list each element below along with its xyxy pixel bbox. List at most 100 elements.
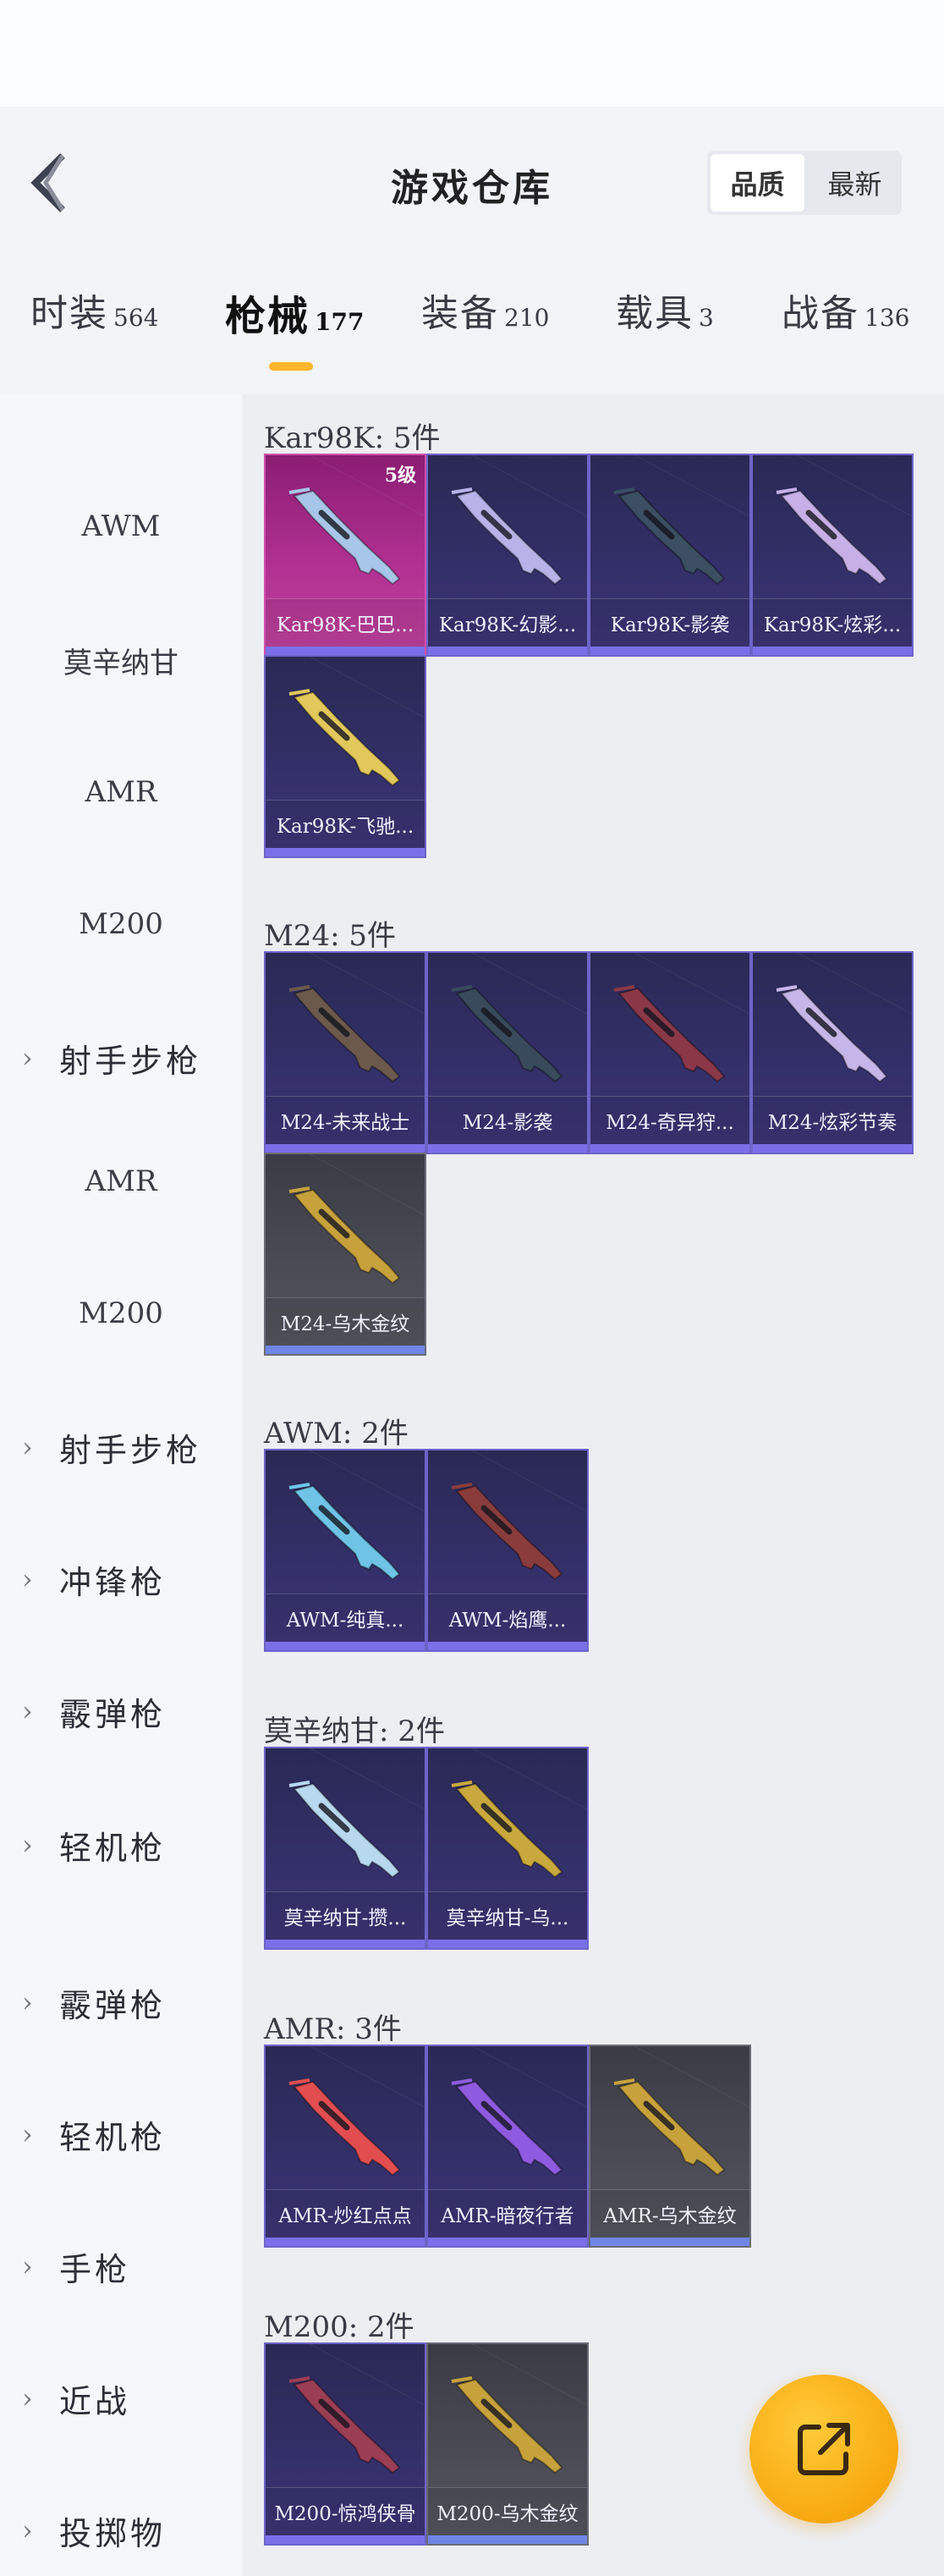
sidebar-item-label: M200	[79, 1296, 163, 1330]
sort-quality-button[interactable]: 品质	[711, 154, 804, 212]
sidebar-item[interactable]: › 冲锋枪	[0, 1537, 242, 1621]
weapon-name: AWM-纯真...	[266, 1593, 425, 1642]
sidebar-item-label: AWM	[81, 509, 161, 543]
weapon-card[interactable]: 莫辛纳甘-攒...	[264, 1747, 426, 1950]
weapon-name: Kar98K-巴巴...	[266, 598, 425, 647]
sidebar-item-label: 投掷物	[59, 2514, 167, 2552]
weapon-name: 莫辛纳甘-乌...	[428, 1891, 587, 1940]
sidebar-item-label: 霰弹枪	[59, 1986, 167, 2024]
sidebar-item-label: AMR	[85, 1164, 157, 1198]
section-title: 莫辛纳甘: 2件	[264, 1715, 445, 1748]
sidebar-item-label: 射手步枪	[59, 1042, 202, 1080]
rifle-icon	[776, 985, 888, 1083]
sidebar-item[interactable]: AMR	[0, 1139, 242, 1224]
sidebar-item[interactable]: › 射手步枪	[0, 1405, 242, 1489]
weapon-card[interactable]: AWM-纯真...	[264, 1449, 426, 1652]
chevron-right-icon: ›	[22, 1695, 36, 1727]
weapon-card[interactable]: Kar98K-幻影...	[426, 454, 589, 657]
weapon-card[interactable]: Kar98K-炫彩...	[751, 454, 914, 657]
status-bar	[0, 0, 944, 107]
sidebar-item[interactable]: › 轻机枪	[0, 2092, 242, 2177]
weapon-card[interactable]: 5级 Kar98K-巴巴...	[264, 454, 426, 657]
rifle-icon	[451, 2376, 563, 2474]
sidebar-item-label: 手枪	[59, 2250, 131, 2288]
quality-bar	[753, 1144, 912, 1153]
chevron-right-icon: ›	[22, 2250, 36, 2282]
sidebar-item[interactable]: AMR	[0, 750, 242, 834]
weapon-card[interactable]: M24-影袭	[426, 951, 589, 1154]
level-badge: 5级	[384, 465, 416, 487]
sidebar-item[interactable]: › 近战	[0, 2356, 242, 2441]
sidebar-item[interactable]: M200	[0, 1271, 242, 1356]
quality-bar	[753, 647, 912, 655]
tab-battle-prep[interactable]: 战备 136	[782, 283, 909, 359]
weapon-card[interactable]: M200-乌木金纹	[426, 2342, 589, 2546]
weapon-card[interactable]: M24-奇异狩...	[589, 951, 751, 1154]
sidebar-item-label: AMR	[85, 775, 157, 809]
sidebar-item[interactable]: › 霰弹枪	[0, 1960, 242, 2045]
weapon-name: AMR-炒红点点	[266, 2189, 425, 2237]
sidebar-item[interactable]: › 手枪	[0, 2224, 242, 2309]
sidebar-item[interactable]: AWM	[0, 484, 242, 569]
tab-equipment[interactable]: 装备 210	[421, 283, 549, 359]
active-tab-indicator	[269, 362, 313, 371]
sidebar-item-label: M200	[79, 907, 163, 941]
quality-bar	[428, 2237, 587, 2246]
rifle-icon	[451, 985, 563, 1083]
weapon-card[interactable]: AMR-炒红点点	[264, 2045, 426, 2248]
tab-count: 136	[864, 304, 910, 332]
share-export-icon	[798, 2423, 850, 2475]
quality-bar	[266, 2237, 425, 2246]
rifle-icon	[288, 487, 401, 586]
weapon-name: AMR-暗夜行者	[428, 2189, 587, 2237]
sort-newest-button[interactable]: 最新	[808, 151, 902, 215]
weapon-card[interactable]: AMR-暗夜行者	[426, 2045, 589, 2248]
share-button[interactable]	[749, 2375, 898, 2524]
weapon-card[interactable]: M24-乌木金纹	[264, 1153, 426, 1356]
rifle-icon	[288, 985, 401, 1083]
rifle-icon	[288, 1186, 401, 1285]
rifle-icon	[288, 1781, 401, 1879]
weapon-card[interactable]: M24-未来战士	[264, 951, 426, 1154]
rifle-icon	[288, 1483, 401, 1581]
tab-guns[interactable]: 枪械 177	[225, 283, 364, 359]
quality-bar	[266, 1642, 425, 1650]
rifle-icon	[288, 2078, 401, 2177]
quality-bar	[266, 2535, 425, 2544]
chevron-right-icon: ›	[22, 1431, 36, 1463]
quality-bar	[266, 1144, 425, 1153]
tab-label: 载具	[616, 292, 694, 335]
sidebar-item-label: 冲锋枪	[59, 1563, 167, 1601]
sidebar-item[interactable]: › 射手步枪	[0, 1016, 242, 1100]
tab-count: 210	[504, 304, 550, 332]
quality-bar	[266, 1940, 425, 1948]
tab-fashion[interactable]: 时装 564	[30, 283, 158, 359]
quality-bar	[428, 647, 587, 655]
weapon-card[interactable]: AMR-乌木金纹	[589, 2045, 751, 2248]
sidebar-item[interactable]: › 轻机枪	[0, 1803, 242, 1887]
weapon-card[interactable]: Kar98K-影袭	[589, 454, 751, 657]
sidebar-item-label: 轻机枪	[59, 2118, 167, 2156]
weapon-card[interactable]: M24-炫彩节奏	[751, 951, 914, 1154]
quality-bar	[590, 647, 749, 655]
tab-vehicles[interactable]: 载具 3	[616, 283, 714, 359]
weapon-card[interactable]: 莫辛纳甘-乌...	[426, 1747, 589, 1950]
weapon-name: Kar98K-飞驰...	[266, 800, 425, 848]
sidebar-item[interactable]: M200	[0, 882, 242, 966]
rifle-icon	[613, 985, 726, 1083]
weapon-name: AMR-乌木金纹	[590, 2189, 749, 2237]
weapon-card[interactable]: M200-惊鸿侠骨	[264, 2342, 426, 2546]
category-tabs: 时装 564 枪械 177 装备 210 载具 3 战备 136	[0, 283, 944, 359]
weapon-card[interactable]: Kar98K-飞驰...	[264, 655, 426, 858]
sidebar-item[interactable]: › 投掷物	[0, 2488, 242, 2573]
section-title: M200: 2件	[264, 2310, 414, 2344]
sidebar-item[interactable]: › 霰弹枪	[0, 1669, 242, 1753]
sidebar-item[interactable]: 莫辛纳甘	[0, 618, 242, 702]
rifle-icon	[451, 1781, 563, 1879]
weapon-name: M200-惊鸿侠骨	[266, 2487, 425, 2535]
quality-bar	[590, 2237, 749, 2246]
weapon-name: M24-影袭	[428, 1096, 587, 1144]
chevron-right-icon: ›	[22, 1986, 36, 2018]
weapon-card[interactable]: AWM-焰鹰...	[426, 1449, 589, 1652]
quality-bar	[266, 1346, 425, 1354]
